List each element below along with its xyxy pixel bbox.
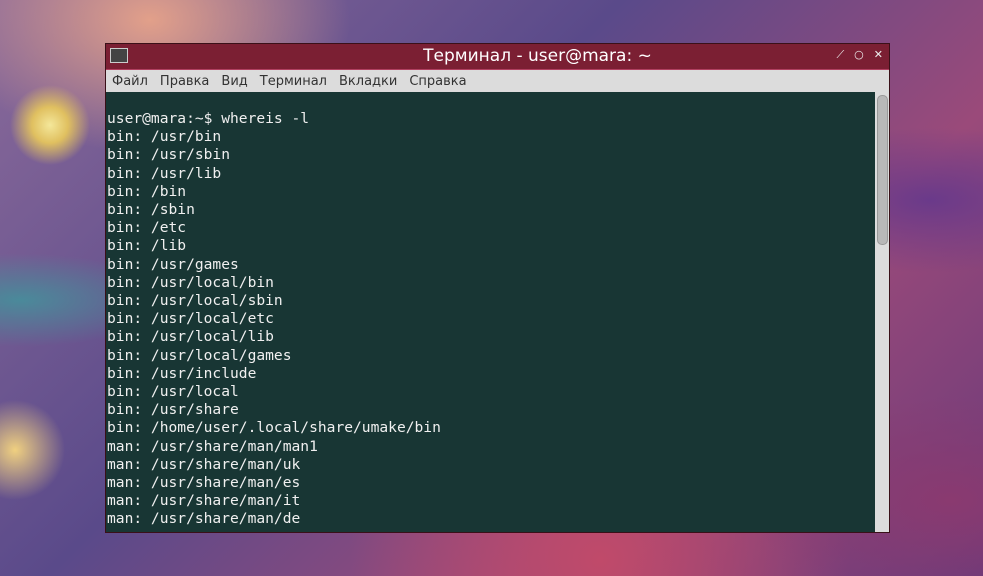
maximize-icon[interactable]: ○ — [854, 48, 864, 62]
menu-tabs[interactable]: Вкладки — [339, 74, 397, 89]
terminal-line: bin: /usr/sbin — [107, 146, 231, 164]
terminal-line: bin: /usr/local — [107, 383, 239, 401]
menu-edit[interactable]: Правка — [160, 74, 209, 89]
terminal-line: bin: /home/user/.local/share/umake/bin — [107, 419, 441, 437]
menu-view[interactable]: Вид — [221, 74, 247, 89]
terminal-line: user@mara:~$ whereis -l — [107, 110, 310, 127]
terminal-line: bin: /usr/bin — [107, 128, 222, 146]
close-icon[interactable]: ✕ — [874, 48, 883, 62]
terminal-line: man: /usr/share/man/it — [107, 492, 301, 510]
terminal-window: Терминал - user@mara: ~ ⟋ ○ ✕ Файл Правк… — [105, 43, 890, 533]
terminal-line: bin: /usr/local/bin — [107, 273, 274, 291]
terminal-line: bin: /usr/include — [107, 364, 257, 382]
terminal-line: bin: /usr/share — [107, 401, 239, 419]
window-title: Терминал - user@mara: ~ — [423, 46, 652, 66]
terminal-line: man: /usr/share/man/uk — [107, 455, 301, 473]
terminal-line: bin: /usr/local/games — [107, 346, 292, 364]
menu-help[interactable]: Справка — [409, 74, 466, 89]
scrollbar-thumb[interactable] — [877, 95, 888, 245]
terminal-line: bin: /bin — [107, 182, 187, 200]
minimize-icon[interactable]: ⟋ — [836, 48, 844, 62]
scrollbar[interactable] — [875, 92, 889, 532]
terminal-line: man: /usr/share/man/de — [107, 510, 301, 528]
terminal-output[interactable]: user@mara:~$ whereis -l bin: /usr/bin bin:… — [106, 92, 875, 532]
terminal-line: bin: /usr/games — [107, 255, 239, 273]
title-bar[interactable]: Терминал - user@mara: ~ ⟋ ○ ✕ — [106, 44, 889, 70]
terminal-line: bin: /sbin — [107, 201, 195, 219]
terminal-line: bin: /usr/local/sbin — [107, 292, 283, 310]
terminal-line: bin: /usr/local/lib — [107, 328, 274, 346]
menu-bar: Файл Правка Вид Терминал Вкладки Справка — [106, 70, 889, 92]
terminal-line: bin: /etc — [107, 219, 187, 237]
terminal-line: bin: /usr/lib — [107, 164, 222, 182]
terminal-line: bin: /lib — [107, 237, 187, 255]
menu-terminal[interactable]: Терминал — [260, 74, 327, 89]
menu-file[interactable]: Файл — [112, 74, 148, 89]
terminal-line: man: /usr/share/man/es — [107, 474, 301, 492]
terminal-line: bin: /usr/local/etc — [107, 310, 274, 328]
terminal-line: man: /usr/share/man/man1 — [107, 437, 318, 455]
